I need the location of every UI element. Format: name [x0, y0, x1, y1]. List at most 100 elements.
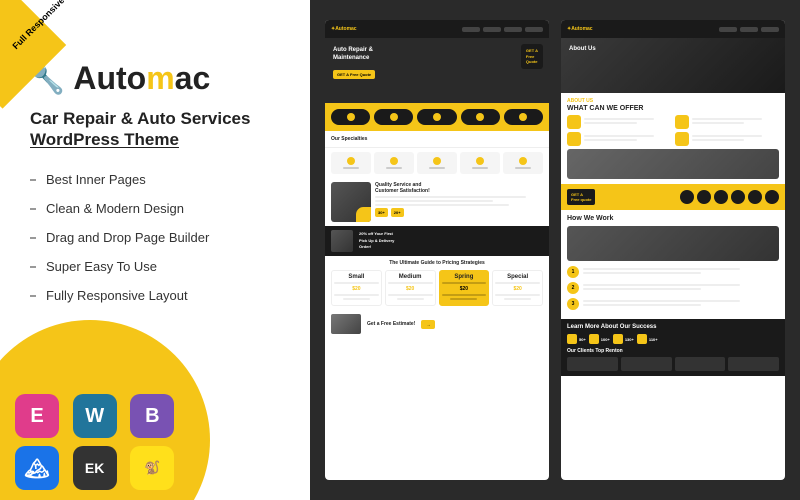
sc2-about-img: [567, 149, 779, 179]
sc1-yb-item: [331, 109, 370, 125]
sc2-hw-num-1: 1: [567, 266, 579, 278]
sc1-yb-item: [374, 109, 413, 125]
sc1-hero: Auto Repair &Maintenance GET A Free Quot…: [325, 38, 549, 103]
sc1-estimate: Get a Free Estimate! →: [325, 310, 549, 338]
feature-item-2: Clean & Modern Design: [30, 201, 209, 216]
feature-item-4: Super Easy To Use: [30, 259, 209, 274]
sc1-nav-dot: [525, 27, 543, 32]
wordpress-icon: W: [73, 394, 117, 438]
sc1-spec-item: [417, 152, 457, 174]
sc1-promo-text: 20% off Your FirstPick Up & DeliveryOrde…: [359, 231, 394, 250]
sc2-client-logo-1: [567, 357, 618, 371]
sc2-yb-circle: [714, 190, 728, 204]
sc1-pricing-grid: Small $20 Medium $20 Spring $20: [331, 270, 543, 306]
sc2-quote-badge: GET AFree quote: [567, 189, 595, 205]
sc1-spec-items: [325, 148, 549, 178]
sc2-yb-circle: [680, 190, 694, 204]
sc2-stat-icon-3: [613, 334, 623, 344]
sc2-stat-4: 110+: [637, 334, 658, 344]
right-panel: ✦Automac Auto Repair &Maintenance GET A …: [310, 0, 800, 500]
sc1-spec-item: [460, 152, 500, 174]
sc2-offer-icon-3: [567, 132, 581, 146]
left-panel: Full Responsive 🔧 Automac Car Repair & A…: [0, 0, 320, 500]
feature-list: Best Inner Pages Clean & Modern Design D…: [30, 172, 209, 317]
sc1-pricing: The Ultimate Guide to Pricing Strategies…: [325, 256, 549, 310]
sc2-hw-lines-2: [583, 284, 779, 292]
sc2-nav-dot: [719, 27, 737, 32]
sc1-price-card-1: Small $20: [331, 270, 382, 306]
feature-item-1: Best Inner Pages: [30, 172, 209, 187]
sc2-hw-step-2: 2: [567, 282, 779, 294]
sc1-stats: 30+ 20+: [375, 208, 543, 217]
sc2-hero: About Us: [561, 38, 785, 93]
sc1-price-card-3: Spring $20: [439, 270, 490, 306]
plugin-icons: E W B 🏔 EK 🐒: [15, 394, 180, 490]
sc1-spec-item: [503, 152, 543, 174]
sc1-plan-name-3: Spring: [442, 274, 487, 280]
sc2-yb-circle: [765, 190, 779, 204]
sc1-brand: ✦Automac: [331, 26, 357, 32]
sc2-stat-icon-4: [637, 334, 647, 344]
sc2-stats-row: 50+ 100+ 130+ 110+: [567, 334, 779, 344]
sc2-offer-grid: [567, 115, 779, 146]
sc2-about-eyebrow: ABOUT US: [567, 98, 779, 104]
sc2-client-logo-2: [621, 357, 672, 371]
sc2-learn-title: Learn More About Our Success: [567, 324, 779, 330]
sc1-estimate-img: [331, 314, 361, 334]
tagline: Car Repair & Auto Services WordPress The…: [30, 108, 250, 150]
sc1-header: ✦Automac: [325, 20, 549, 38]
sc1-quote-badge: GET AFreeQuote: [521, 44, 543, 69]
sc2-learn: Learn More About Our Success 50+ 100+ 13…: [561, 319, 785, 376]
sc1-nav-dot: [462, 27, 480, 32]
sc1-spec-item: [374, 152, 414, 174]
sc1-promo-img: [331, 230, 353, 252]
sc2-brand: ✦Automac: [567, 26, 593, 32]
sc1-plan-name-2: Medium: [388, 274, 433, 280]
mailchimp-icon: 🐒: [130, 446, 174, 490]
screenshot-1: ✦Automac Auto Repair &Maintenance GET A …: [325, 20, 549, 480]
sc2-about: ABOUT US WHAT CAN WE OFFER: [561, 93, 785, 184]
sc1-quality-img: [331, 182, 371, 222]
sc1-quote-btn: GET A Free Quote: [333, 70, 375, 79]
sc1-stat-1: 30+: [375, 208, 388, 217]
sc2-stat-icon-1: [567, 334, 577, 344]
logo-area: 🔧 Automac: [30, 60, 210, 97]
sc2-header: ✦Automac: [561, 20, 785, 38]
sc2-offer-item-2: [675, 115, 780, 129]
screenshot-2: ✦Automac About Us ABOUT US WHAT CAN WE O…: [561, 20, 785, 480]
sc2-offer-item-1: [567, 115, 672, 129]
sc2-clients-title: Our Clients Top Renton: [567, 348, 779, 354]
sc1-price-card-4: Special $20: [492, 270, 543, 306]
sc2-howwork-title: How We Work: [567, 215, 779, 222]
sc2-stat-1: 50+: [567, 334, 586, 344]
sc1-quality-text: Quality Service andCustomer Satisfaction…: [375, 182, 543, 217]
sc2-client-logo-3: [675, 357, 726, 371]
sc1-hero-title: Auto Repair &Maintenance: [333, 46, 375, 63]
sc2-hw-num-2: 2: [567, 282, 579, 294]
sc1-estimate-text: Get a Free Estimate!: [367, 321, 415, 327]
sc2-offer-icon-2: [675, 115, 689, 129]
feature-item-3: Drag and Drop Page Builder: [30, 230, 209, 245]
sc2-yellow-bar: GET AFree quote: [561, 184, 785, 210]
sc1-yb-item: [461, 109, 500, 125]
sc2-offer-icon-1: [567, 115, 581, 129]
sc2-spec-circles: [598, 190, 779, 204]
sc2-nav: [719, 27, 779, 32]
sc2-what-title: WHAT CAN WE OFFER: [567, 105, 779, 112]
sc1-estimate-btn: →: [421, 320, 435, 329]
sc2-stat-2: 100+: [589, 334, 610, 344]
logo-highlight: m: [146, 60, 174, 96]
sc2-client-logos: [567, 357, 779, 371]
sc2-stat-val-2: 100+: [601, 337, 610, 342]
sc2-stat-val-1: 50+: [579, 337, 586, 342]
sc2-hw-lines-3: [583, 300, 779, 308]
sc1-yb-item: [504, 109, 543, 125]
sc1-plan-name-4: Special: [495, 274, 540, 280]
sc1-promo: 20% off Your FirstPick Up & DeliveryOrde…: [325, 226, 549, 256]
sc1-spec-item: [331, 152, 371, 174]
bootstrap-icon: B: [130, 394, 174, 438]
pwa-icon: 🏔: [15, 446, 59, 490]
sc2-stat-val-3: 130+: [625, 337, 634, 342]
ek-icon: EK: [73, 446, 117, 490]
sc2-nav-dot: [740, 27, 758, 32]
